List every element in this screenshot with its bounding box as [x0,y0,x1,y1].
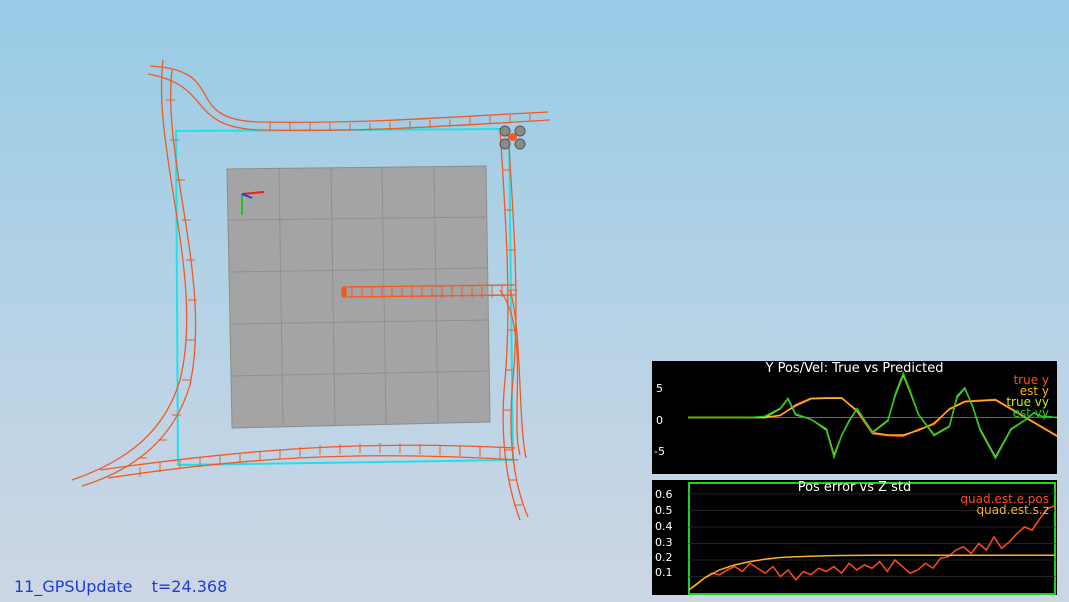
quadcopter-icon [499,125,526,150]
pos-error-plot[interactable]: Pos error vs Z std 0.6 0.5 0.4 0.3 0.2 0… [652,480,1057,595]
simulator-viewport[interactable]: Y Pos/Vel: True vs Predicted 5 0 -5 true… [0,0,1069,602]
y-tick-label: 0.1 [655,566,673,579]
scenario-name: 11_GPSUpdate [14,577,133,596]
sim-time: t=24.368 [151,577,228,596]
plot-legend: quad.est.e.pos quad.est.s.z [960,493,1049,517]
legend-entry: est vy [1012,406,1049,420]
status-bar: 11_GPSUpdate t=24.368 [14,577,241,596]
plot-title: Y Pos/Vel: True vs Predicted [765,361,944,376]
y-tick-label: 0 [656,414,663,427]
series-line-est-vy [688,371,1057,460]
y-pos-vel-chart [688,371,1057,460]
y-tick-label: 5 [656,382,663,395]
ribbon-start-cap [341,286,347,298]
y-tick-label: 0.4 [655,520,673,533]
y-tick-label: -5 [654,445,665,458]
y-pos-vel-plot[interactable]: Y Pos/Vel: True vs Predicted 5 0 -5 true… [652,361,1057,474]
y-tick-label: 0.3 [655,536,673,549]
y-tick-label: 0.2 [655,551,673,564]
plot-legend: true y est y true vy est vy [1006,374,1049,420]
legend-entry: quad.est.s.z [976,503,1049,517]
series-line-true-vy [688,372,1057,459]
y-tick-label: 0.6 [655,488,673,501]
y-tick-label: 0.5 [655,504,673,517]
series-line-quad-est-e-pos [688,504,1056,591]
